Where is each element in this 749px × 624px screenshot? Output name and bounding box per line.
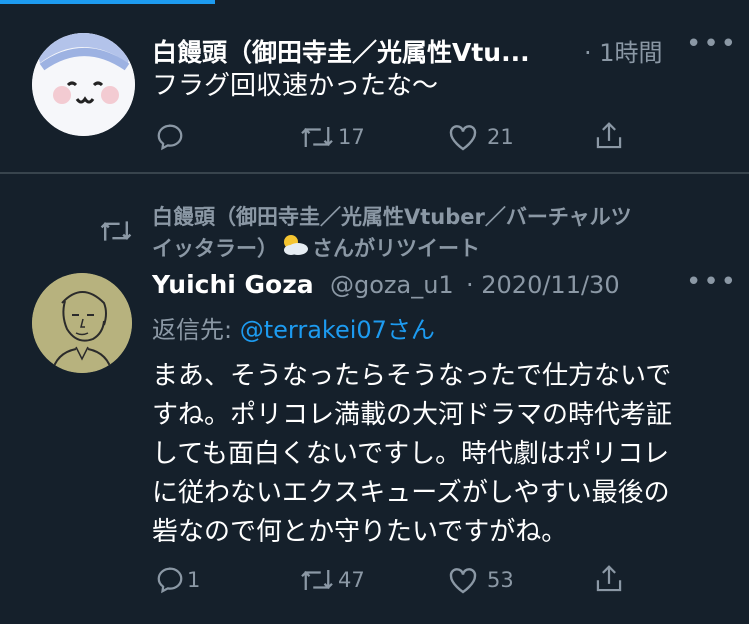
avatar[interactable] xyxy=(32,273,132,373)
more-icon[interactable]: ••• xyxy=(686,267,738,297)
like-count: 21 xyxy=(487,125,514,149)
more-icon[interactable]: ••• xyxy=(686,29,738,59)
replying-to-label: 返信先: xyxy=(152,316,240,344)
reply-button[interactable] xyxy=(155,122,185,152)
replying-to-handle[interactable]: @terrakei07さん xyxy=(240,316,435,344)
share-icon xyxy=(596,565,622,592)
sun-cloud-emoji xyxy=(280,233,310,266)
like-icon xyxy=(449,568,477,594)
retweet-count: 47 xyxy=(338,568,365,592)
retweet-count: 17 xyxy=(338,125,365,149)
retweet-icon xyxy=(301,127,333,147)
retweet-icon xyxy=(301,570,333,590)
retweeted-by-name-end: イッタラー） xyxy=(152,236,278,261)
avatar-image xyxy=(32,33,135,136)
like-count: 53 xyxy=(487,568,514,592)
reply-icon xyxy=(157,567,183,594)
share-button[interactable] xyxy=(594,563,624,595)
retweet-button[interactable]: 17 xyxy=(298,122,365,152)
retweeted-by-line-1: 白饅頭（御田寺圭／光属性Vtuber／バーチャルツ xyxy=(152,205,632,229)
retweeted-by[interactable]: 白饅頭（御田寺圭／光属性Vtuber／バーチャルツ イッタラー） さんがリツイー… xyxy=(152,202,732,266)
avatar[interactable] xyxy=(32,33,135,136)
divider xyxy=(0,172,749,174)
reply-count: 1 xyxy=(187,568,201,592)
tweet-text-line: まあ、そうなったらそうなったで仕方ないで xyxy=(152,361,672,391)
timestamp[interactable]: · 2020/11/30 xyxy=(466,271,620,299)
replying-to: 返信先: @terrakei07さん xyxy=(152,310,435,345)
tweet-card[interactable]: 白饅頭（御田寺圭／光属性Vtu... · 1時間 ••• フラグ回収速かったな〜… xyxy=(0,0,749,173)
share-button[interactable] xyxy=(594,120,624,152)
like-button[interactable]: 21 xyxy=(447,122,514,152)
retweet-context-icon xyxy=(98,216,134,250)
avatar-image xyxy=(32,273,132,373)
retweeted-label: さんがリツイート xyxy=(312,236,480,261)
retweet-button[interactable]: 47 xyxy=(298,565,365,595)
display-name[interactable]: Yuichi Goza xyxy=(152,270,314,299)
reply-icon xyxy=(157,124,183,151)
tweet-text-line: しても面白くないですし。時代劇はポリコレ xyxy=(152,439,670,469)
timestamp[interactable]: · 1時間 xyxy=(584,33,663,68)
tweet-text-line: すね。ポリコレ満載の大河ドラマの時代考証 xyxy=(152,400,673,430)
tweet-text-line: 砦なので何とか守りたいですがね。 xyxy=(152,517,568,547)
tweet-text: まあ、そうなったらそうなったで仕方ないで すね。ポリコレ満載の大河ドラマの時代考… xyxy=(152,357,732,552)
share-icon xyxy=(596,122,622,149)
tweet-text-line: に従わないエクスキューズがしやすい最後の xyxy=(152,478,670,508)
retweeted-by-line-2: イッタラー） さんがリツイート xyxy=(152,233,732,266)
like-icon xyxy=(449,125,477,151)
tweet-text: フラグ回収速かったな〜 xyxy=(152,71,439,101)
reply-button[interactable]: 1 xyxy=(155,565,200,595)
username[interactable]: @goza_u1 xyxy=(330,271,454,299)
like-button[interactable]: 53 xyxy=(447,565,514,595)
display-name[interactable]: 白饅頭（御田寺圭／光属性Vtu... xyxy=(152,33,530,69)
